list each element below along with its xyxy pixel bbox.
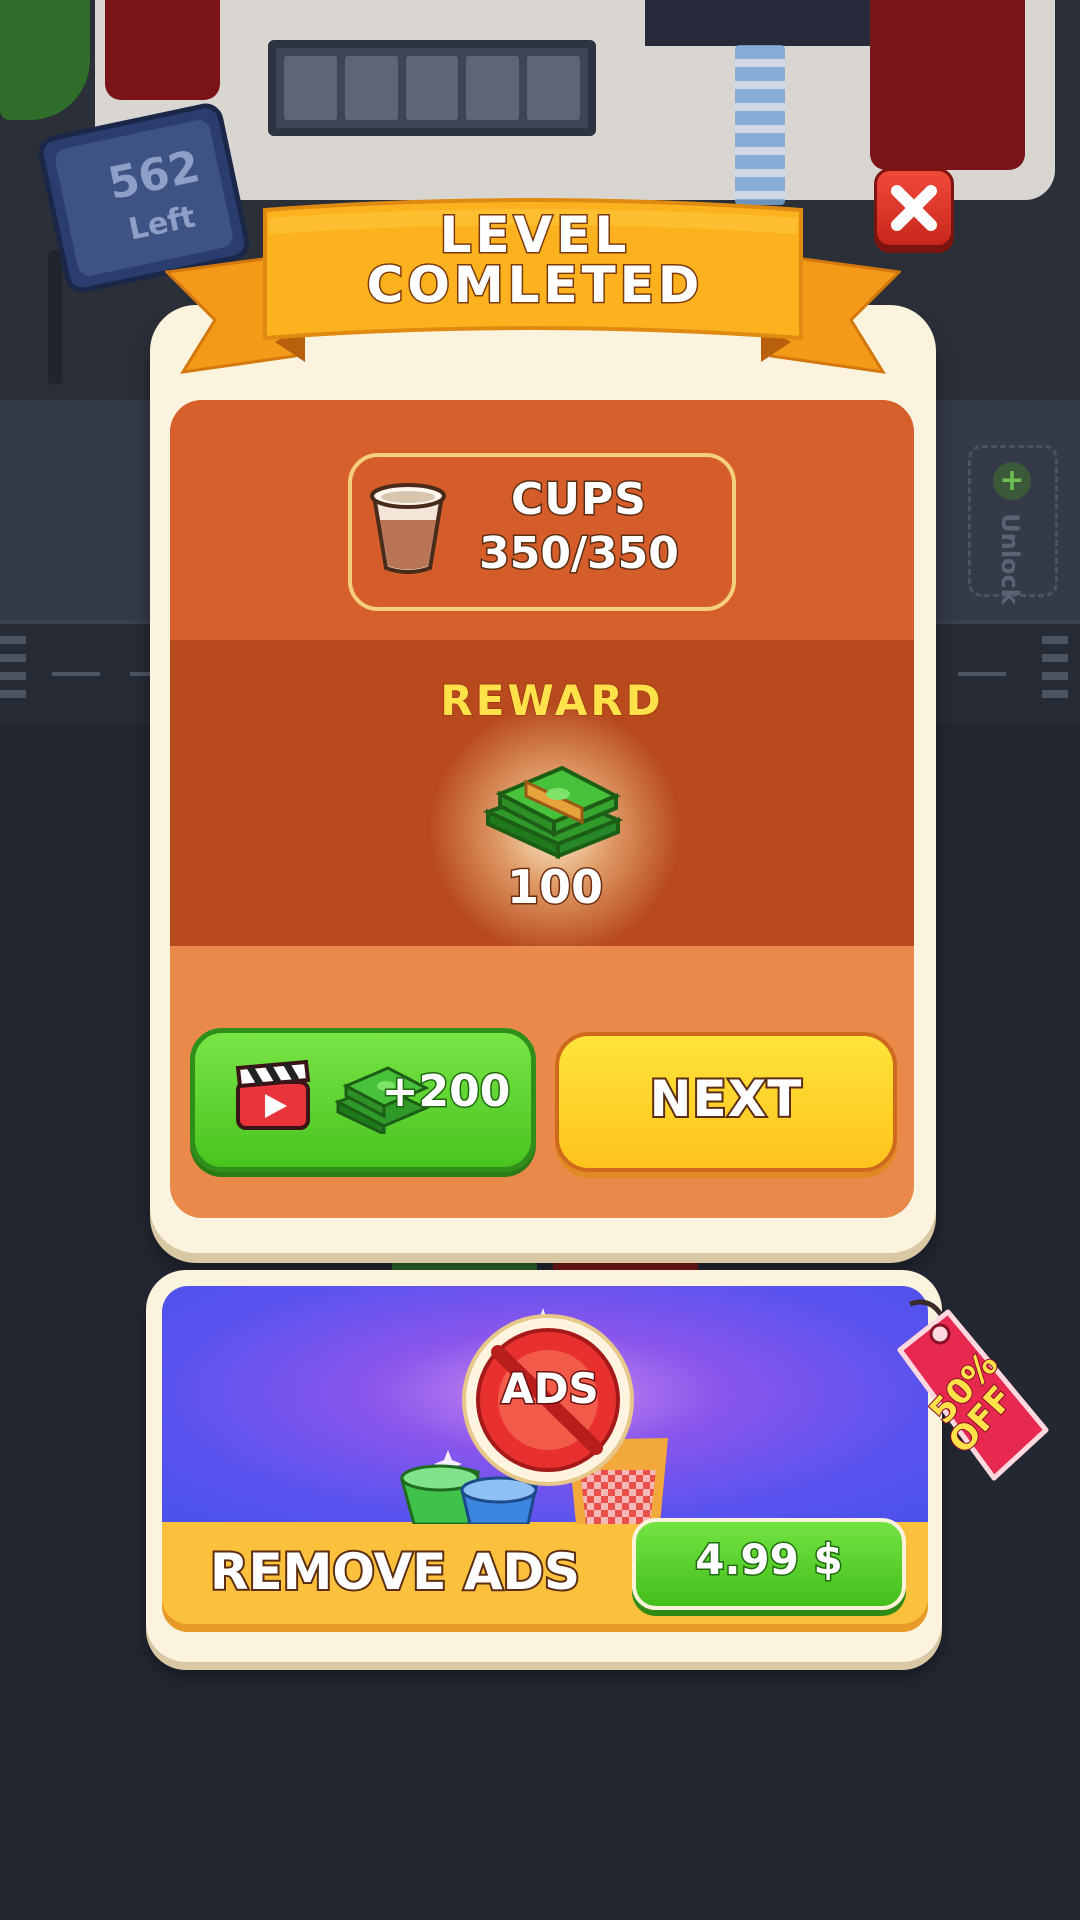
road-dash	[52, 672, 100, 676]
unlock-label: Unlock	[996, 513, 1024, 605]
cups-progress-value: 350/350	[478, 527, 681, 581]
background-counter	[645, 0, 870, 46]
close-button[interactable]	[874, 168, 954, 248]
cup-icon	[370, 483, 446, 574]
next-button-label: NEXT	[648, 1068, 804, 1130]
crosswalk	[0, 636, 26, 706]
crosswalk	[1042, 636, 1068, 706]
cups-label: CUPS	[510, 473, 648, 527]
background-red-wall	[105, 0, 220, 100]
background-window	[268, 40, 596, 136]
money-stack-icon	[482, 765, 624, 860]
no-ads-badge-text: ADS	[500, 1363, 601, 1415]
background-red-wall	[870, 0, 1025, 170]
background-cup-stack	[735, 45, 785, 205]
ad-bonus-amount: +200	[380, 1065, 512, 1119]
sign-pole	[48, 250, 62, 385]
close-icon	[891, 185, 937, 231]
level-complete-title-line2: COMLETED	[365, 255, 704, 316]
remove-ads-price: 4.99 $	[694, 1534, 844, 1586]
plus-icon: +	[993, 462, 1031, 500]
road-dash	[958, 672, 1006, 676]
clapperboard-icon	[235, 1059, 311, 1130]
reward-amount: 100	[505, 859, 604, 916]
remove-ads-title: REMOVE ADS	[208, 1541, 582, 1603]
